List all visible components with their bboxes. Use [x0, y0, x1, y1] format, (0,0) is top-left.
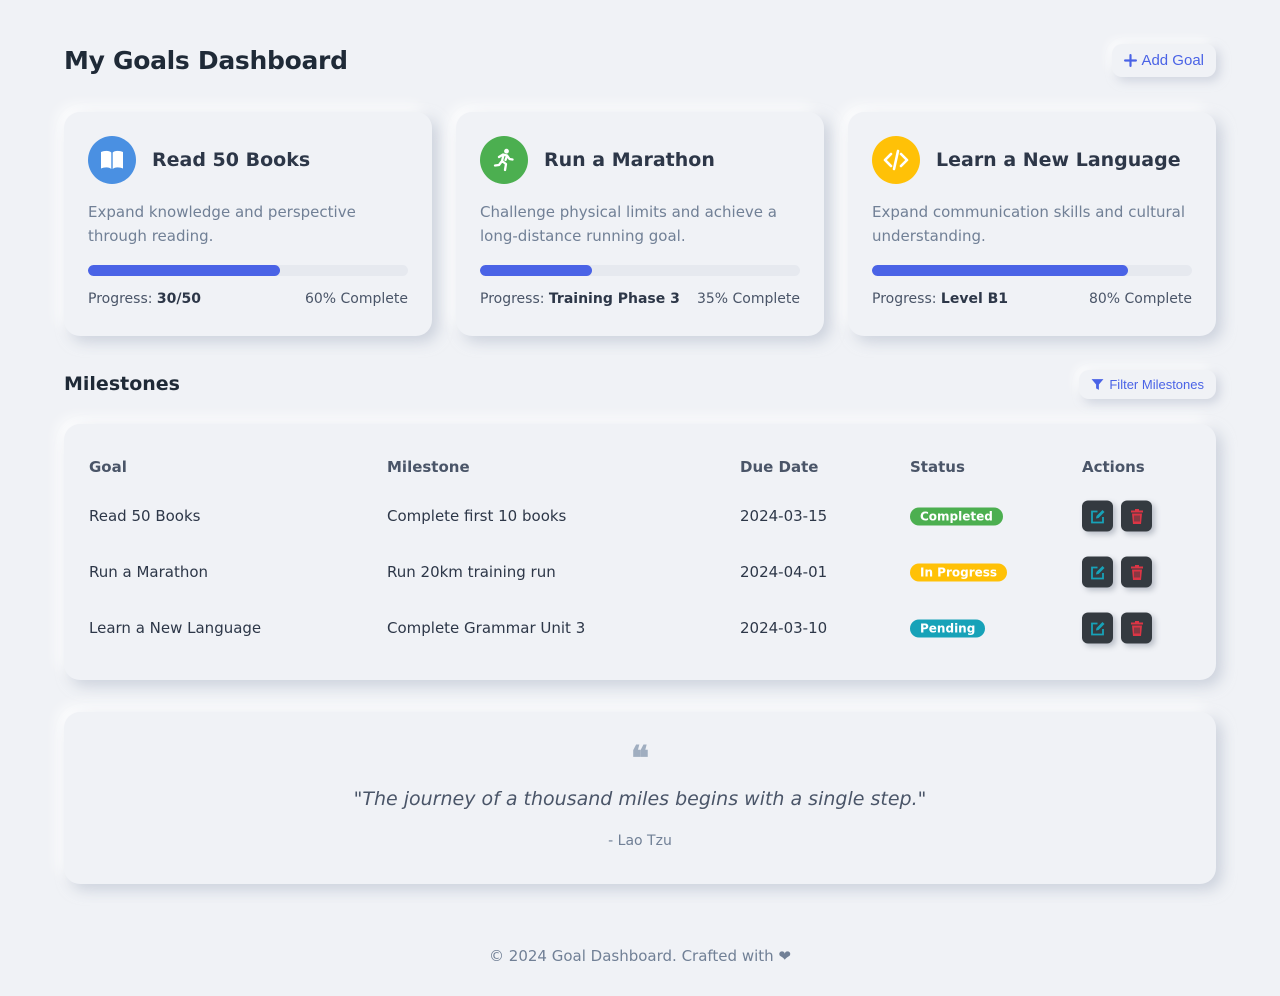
edit-button[interactable]: [1082, 500, 1113, 532]
cell-due-date: 2024-03-10: [740, 619, 828, 637]
goal-title: Run a Marathon: [544, 149, 715, 171]
edit-button[interactable]: [1082, 556, 1113, 588]
goal-title: Learn a New Language: [936, 149, 1181, 171]
delete-button[interactable]: [1121, 500, 1152, 532]
progress-bar: [88, 265, 408, 276]
table-row: Read 50 Books Complete first 10 books 20…: [64, 488, 1216, 544]
status-badge: In Progress: [910, 563, 1008, 582]
trash-icon: [1130, 508, 1143, 524]
progress-text: Progress: 30/50: [88, 291, 201, 307]
progress-bar: [480, 265, 800, 276]
quote-author: - Lao Tzu: [608, 833, 672, 849]
status-badge: Pending: [910, 619, 986, 638]
page-header: My Goals Dashboard Add Goal: [64, 38, 1216, 82]
goal-description: Expand communication skills and cultural…: [872, 203, 1186, 245]
edit-icon: [1090, 509, 1104, 523]
quote-card: ❝ "The journey of a thousand miles begin…: [64, 712, 1216, 884]
trash-icon: [1130, 564, 1143, 580]
goal-card-marathon[interactable]: Run a Marathon Challenge physical limits…: [456, 112, 824, 336]
goal-description: Expand knowledge and perspective through…: [88, 203, 356, 245]
percent-complete: 60% Complete: [304, 291, 408, 307]
progress-bar-fill: [480, 265, 592, 276]
delete-button[interactable]: [1121, 556, 1152, 588]
percent-complete: 80% Complete: [1088, 291, 1192, 307]
progress-bar-fill: [872, 265, 1128, 276]
milestones-table: Goal Milestone Due Date Status Actions R…: [64, 424, 1216, 680]
code-icon: [883, 149, 909, 171]
progress-text: Progress: Training Phase 3: [480, 291, 680, 307]
goal-description: Challenge physical limits and achieve a …: [480, 203, 777, 245]
progress-text: Progress: Level B1: [872, 291, 1009, 307]
goal-cards: Read 50 Books Expand knowledge and persp…: [64, 112, 1216, 336]
cell-milestone: Run 20km training run: [387, 563, 556, 581]
edit-icon: [1090, 565, 1104, 579]
plus-icon: [1124, 53, 1138, 67]
table-row: Learn a New Language Complete Grammar Un…: [64, 600, 1216, 656]
goal-icon-circle: [480, 136, 528, 184]
column-header-milestone: Milestone: [387, 458, 470, 476]
milestones-header: Milestones Filter Milestones: [64, 364, 1216, 404]
cell-goal: Read 50 Books: [89, 507, 201, 525]
progress-value: 30/50: [156, 291, 201, 307]
page-title: My Goals Dashboard: [64, 45, 348, 75]
add-goal-label: Add Goal: [1141, 51, 1204, 69]
edit-icon: [1090, 621, 1104, 635]
milestones-title: Milestones: [64, 373, 180, 395]
progress-value: Training Phase 3: [548, 291, 680, 307]
book-icon: [101, 150, 123, 169]
trash-icon: [1130, 620, 1143, 636]
goal-card-read-books[interactable]: Read 50 Books Expand knowledge and persp…: [64, 112, 432, 336]
filter-milestones-label: Filter Milestones: [1109, 376, 1204, 392]
column-header-status: Status: [910, 458, 965, 476]
filter-icon: [1091, 378, 1104, 390]
column-header-actions: Actions: [1082, 458, 1145, 476]
running-icon: [493, 148, 514, 172]
cell-goal: Learn a New Language: [89, 619, 262, 637]
quote-text: "The journey of a thousand miles begins …: [353, 788, 927, 810]
column-header-goal: Goal: [89, 458, 127, 476]
goal-icon-circle: [872, 136, 920, 184]
column-header-due-date: Due Date: [740, 458, 819, 476]
footer-text: © 2024 Goal Dashboard. Crafted with ❤: [489, 947, 791, 965]
edit-button[interactable]: [1082, 612, 1113, 644]
filter-milestones-button[interactable]: Filter Milestones: [1079, 369, 1216, 399]
delete-button[interactable]: [1121, 612, 1152, 644]
progress-bar-fill: [88, 265, 280, 276]
cell-milestone: Complete first 10 books: [387, 507, 567, 525]
cell-due-date: 2024-04-01: [740, 563, 828, 581]
goal-icon-circle: [88, 136, 136, 184]
status-badge: Completed: [910, 507, 1003, 526]
goal-title: Read 50 Books: [152, 149, 311, 171]
goal-card-language[interactable]: Learn a New Language Expand communicatio…: [848, 112, 1216, 336]
progress-value: Level B1: [940, 291, 1009, 307]
add-goal-button[interactable]: Add Goal: [1112, 43, 1216, 77]
percent-complete: 35% Complete: [696, 291, 800, 307]
quote-icon: ❝: [630, 739, 650, 779]
progress-bar: [872, 265, 1192, 276]
table-row: Run a Marathon Run 20km training run 202…: [64, 544, 1216, 600]
cell-due-date: 2024-03-15: [740, 507, 828, 525]
cell-milestone: Complete Grammar Unit 3: [387, 619, 586, 637]
cell-goal: Run a Marathon: [89, 563, 209, 581]
